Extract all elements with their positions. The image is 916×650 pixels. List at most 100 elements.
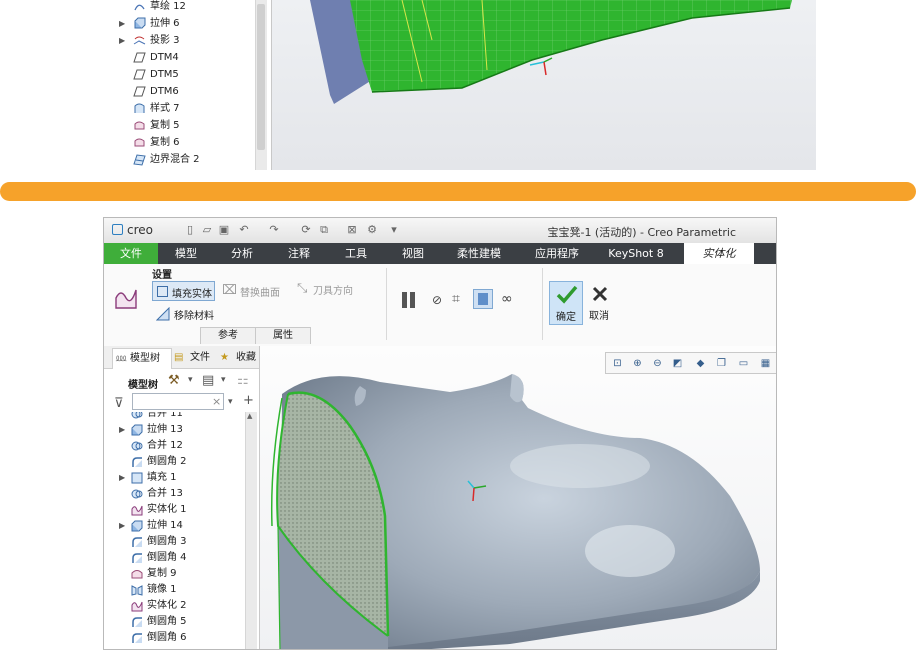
boundary-blend-icon [133,154,146,166]
tab-view[interactable]: 视图 [388,243,438,264]
ribbon-separator [542,268,543,340]
open-file-icon[interactable]: ▱ [201,224,213,236]
datum-plane-icon [133,86,146,97]
verify-mode-icon[interactable]: ⌗ [452,291,460,307]
save-icon[interactable]: ▣ [218,224,230,236]
tool-direction-button[interactable]: ⤡ 刀具方向 [297,279,359,299]
solidify-ribbon: 设置 填充实体 ⌧ 替换曲面 ⤡ 刀具方向 移除材料 参考 属性 ⊘ ⌗ ∞ 确… [104,264,776,347]
regenerate-icon[interactable]: ⟳ [300,224,312,236]
fill-icon [131,472,143,484]
ribbon-tabs: 文件 模型 分析 注释 工具 视图 柔性建模 应用程序 KeyShot 8 实体… [104,243,776,264]
clear-search-icon[interactable]: × [212,395,221,408]
close-icon [592,286,608,302]
pause-icon[interactable] [401,292,417,308]
add-icon[interactable]: + [243,393,254,408]
title-bar: creo ▯ ▱ ▣ ↶ ↷ ⟳ ⧉ ⊠ ⚙ ▾ 宝宝凳-1 (活动的) - C… [104,218,776,244]
copy-surface-icon [134,138,145,147]
green-surface-model [310,0,792,104]
customize-dropdown-icon[interactable]: ▾ [388,224,400,236]
round-icon [132,457,142,467]
replace-surface-button[interactable]: ⌧ 替换曲面 [220,281,290,301]
merge-icon [131,489,143,499]
tab-favorites[interactable]: ★ 收藏 [220,348,258,368]
merge-icon [131,412,143,419]
undo-icon[interactable]: ↶ [238,224,250,236]
extrude-icon [131,424,143,436]
tab-keyshot[interactable]: KeyShot 8 [601,243,671,264]
replace-surface-icon: ⌧ [222,283,237,298]
scrollbar-thumb[interactable] [257,4,265,150]
tab-properties[interactable]: 属性 [255,327,311,344]
datum-plane-icon [133,69,146,80]
model-tree-top: 草绘 12 ▶ 拉伸 6 ▶ 投影 3 DTM4 DTM5 DTM6 样式 7 [103,0,272,170]
tab-solidify[interactable]: 实体化 [684,243,754,264]
extrude-icon [134,17,146,29]
tree-icon: ⅏ [116,353,127,364]
ok-button[interactable]: 确定 [549,281,583,325]
sketch-icon [134,4,145,11]
creo-logo: creo [112,223,153,238]
feature-preview-icon[interactable] [473,289,493,309]
show-menu-icon[interactable]: ▤ [202,373,214,388]
checkmark-icon [556,285,578,304]
solidify-icon [131,601,143,612]
extrude-icon [131,520,143,532]
tab-file[interactable]: 文件 [104,243,158,264]
style-icon [134,103,145,113]
mirror-icon [131,585,143,596]
datum-plane-icon [133,52,146,63]
chevron-down-icon[interactable]: ▾ [221,375,226,385]
tree-settings-icon[interactable]: ⚒ [168,373,180,388]
stool-3d-model [270,374,760,649]
tab-tools[interactable]: 工具 [331,243,381,264]
new-file-icon[interactable]: ▯ [184,224,196,236]
filter-tree-icon[interactable]: ⚏ [237,373,249,388]
cancel-button[interactable]: 取消 [586,281,616,325]
tool-direction-icon: ⤡ [297,281,308,296]
solidify-icon [131,505,143,516]
previous-step-screenshot: 草绘 12 ▶ 拉伸 6 ▶ 投影 3 DTM4 DTM5 DTM6 样式 7 [103,0,816,170]
tab-files[interactable]: ▤ 文件 [174,348,218,368]
glasses-preview-icon[interactable]: ∞ [501,291,513,307]
copy-surface-icon [134,121,145,130]
close-window-icon[interactable]: ⊠ [346,224,358,236]
tab-analysis[interactable]: 分析 [217,243,267,264]
settings-group-label: 设置 [152,270,172,281]
round-icon [132,617,142,627]
graphics-viewport[interactable]: ⊡ ⊕ ⊖ ◩ ◆ ❐ ▭ ▦ [260,346,776,649]
settings-icon[interactable]: ⚙ [366,224,378,236]
fill-solid-icon [157,286,168,297]
tab-model-tree[interactable]: ⅏ 模型树 [112,348,172,369]
navigator-tabs: ⅏ 模型树 ▤ 文件 ★ 收藏 [104,346,259,369]
scroll-up-icon[interactable]: ▲ [247,412,252,420]
tab-flexible-modeling[interactable]: 柔性建模 [449,243,509,264]
graphics-viewport-top[interactable] [272,0,816,170]
window-icon[interactable]: ⧉ [318,224,330,236]
creo-app-window: creo ▯ ▱ ▣ ↶ ↷ ⟳ ⧉ ⊠ ⚙ ▾ 宝宝凳-1 (活动的) - C… [103,217,777,650]
tree-search-input[interactable] [132,393,224,410]
tab-annotate[interactable]: 注释 [274,243,324,264]
model-tree-list: 合并 11 ▶ 拉伸 13 合并 12 倒圆角 2 ▶ 填充 1 合并 13 实… [104,412,245,649]
projection-icon [133,36,146,45]
tree-scrollbar[interactable]: ▲ [245,412,257,649]
round-icon [132,553,142,563]
round-icon [132,633,142,643]
tab-references[interactable]: 参考 [200,327,256,344]
tree-scrollbar[interactable] [255,0,267,170]
section-divider [0,182,916,201]
no-preview-icon[interactable]: ⊘ [432,293,442,307]
tab-model[interactable]: 模型 [161,243,211,264]
favorites-icon: ★ [220,352,229,363]
remove-material-button[interactable]: 移除材料 [154,304,224,324]
remove-material-icon [156,307,170,321]
tab-applications[interactable]: 应用程序 [528,243,586,264]
round-icon [132,537,142,547]
redo-icon[interactable]: ↷ [268,224,280,236]
folder-icon: ▤ [174,352,184,363]
window-title: 宝宝凳-1 (活动的) - Creo Parametric [547,226,736,239]
filter-icon: ⊽ [114,396,124,411]
chevron-down-icon[interactable]: ▾ [188,375,193,385]
fill-solid-button[interactable]: 填充实体 [152,281,215,301]
chevron-down-icon[interactable]: ▾ [228,397,233,407]
copy-surface-icon [131,570,143,579]
